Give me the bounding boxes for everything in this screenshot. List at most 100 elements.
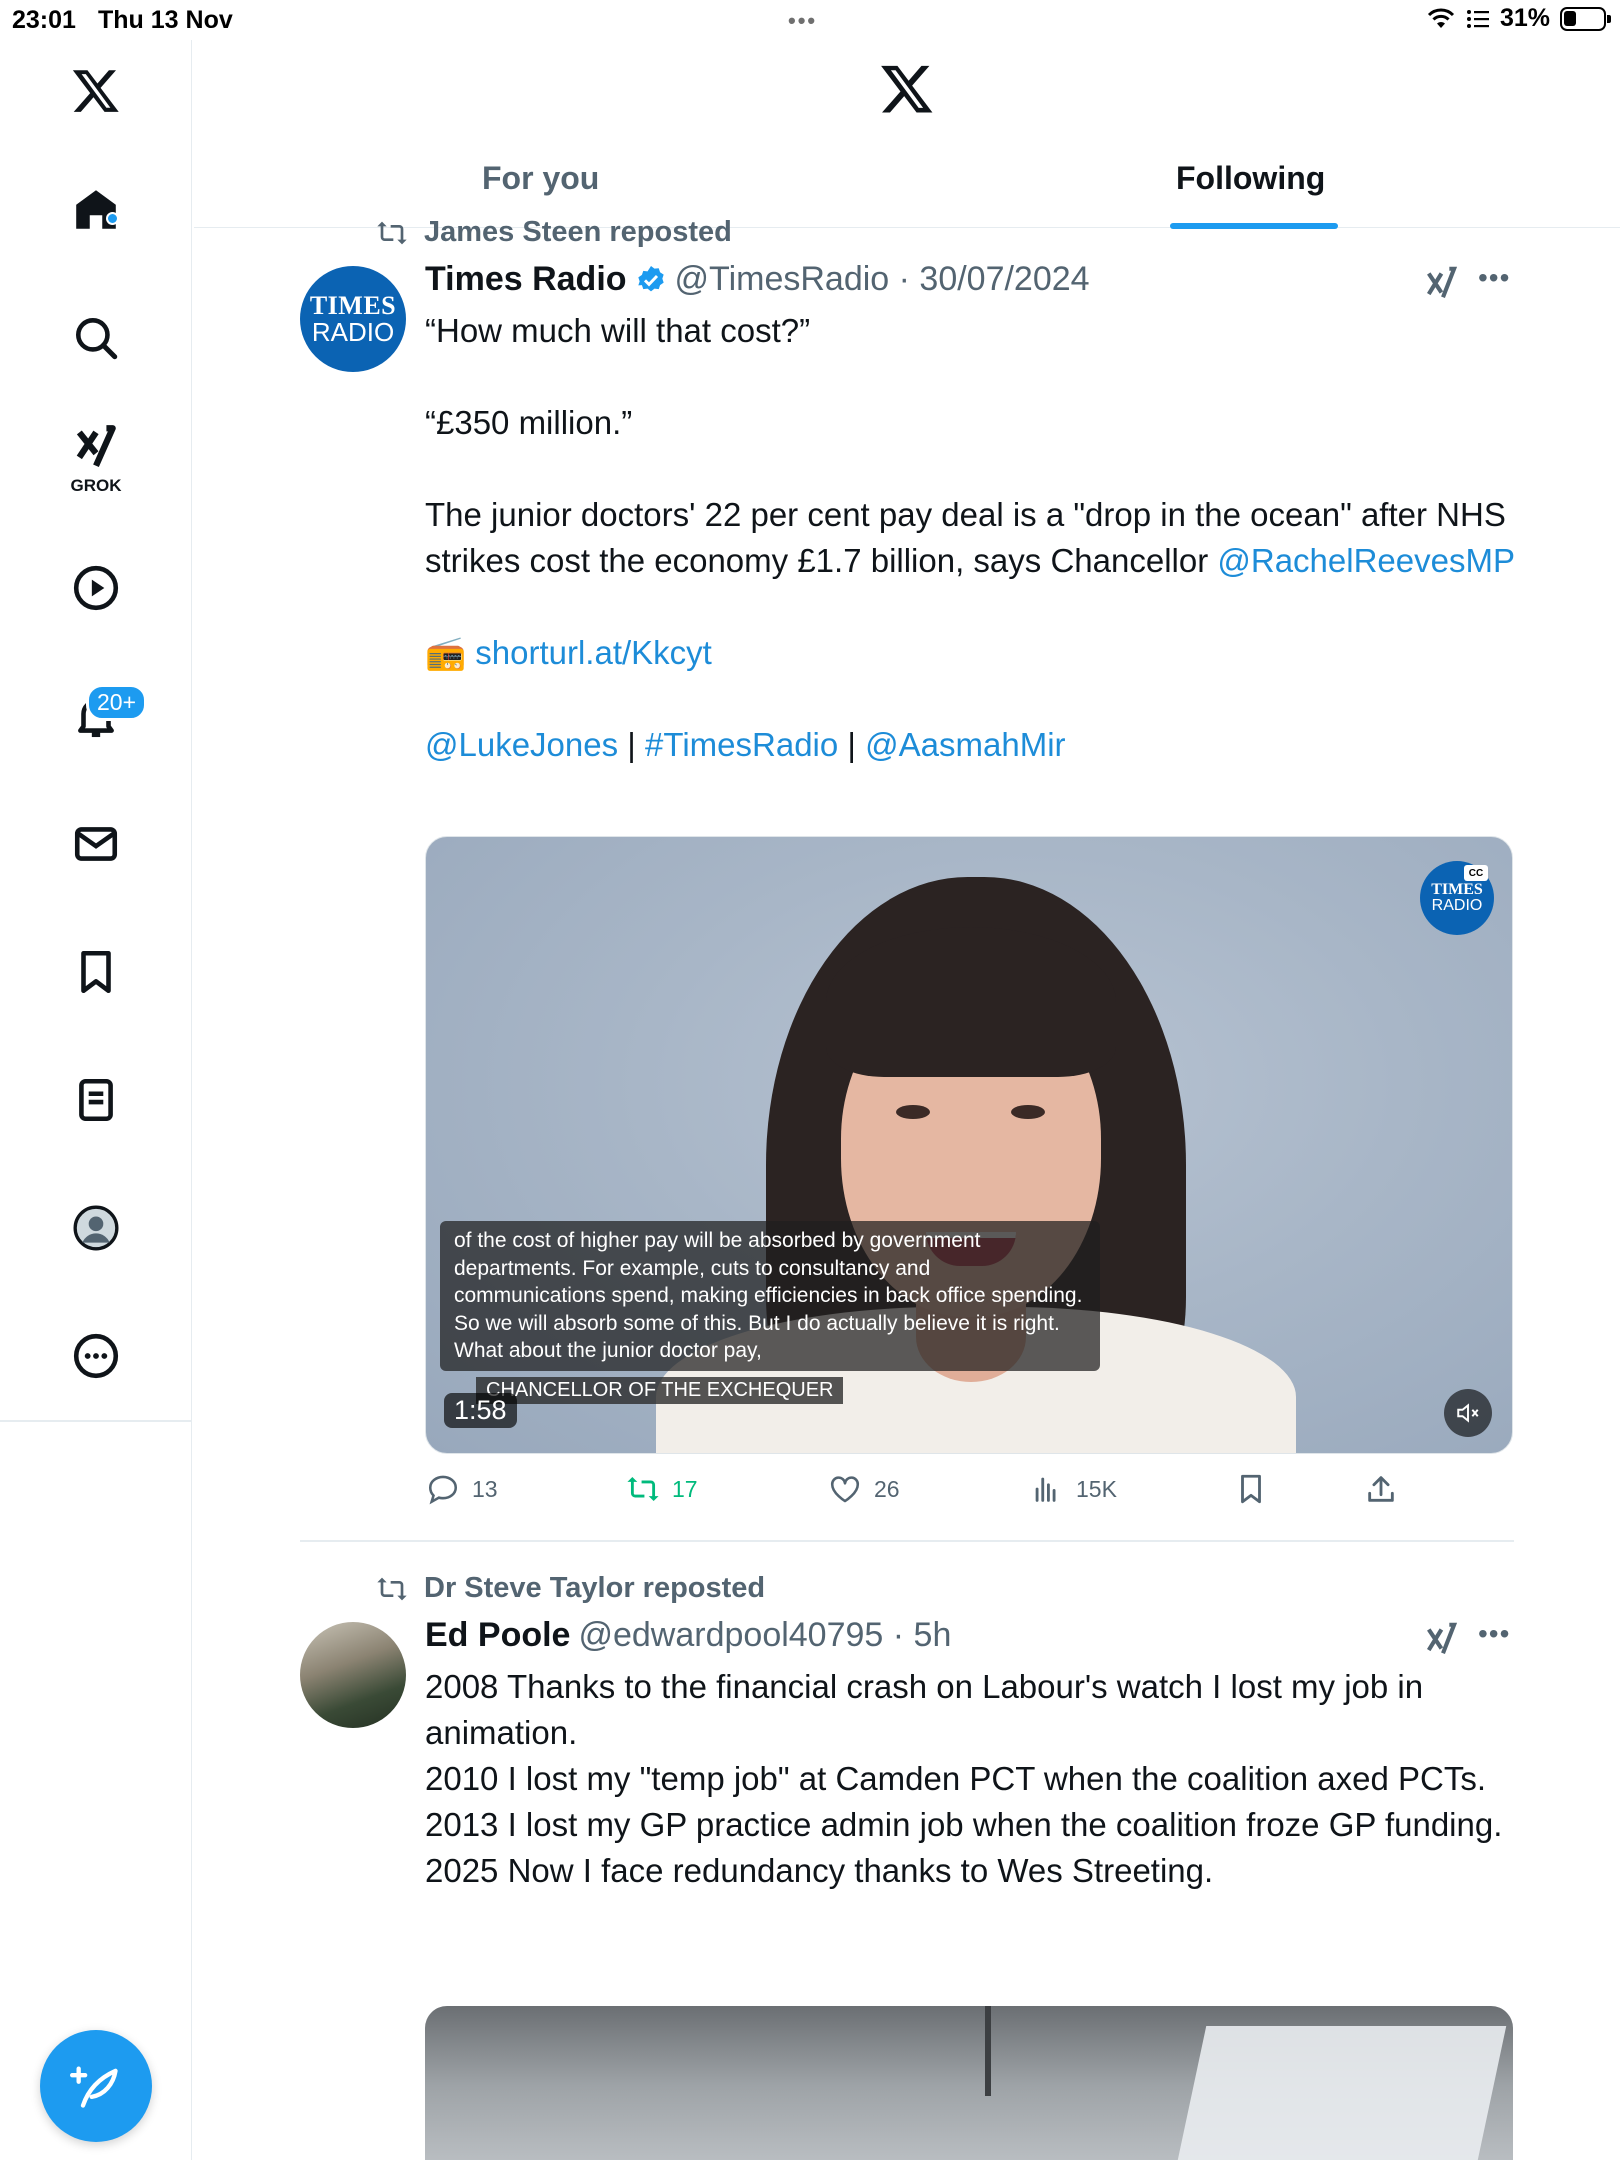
share-icon	[1368, 1476, 1394, 1502]
tweet-line: 2010 I lost my "temp job" at Camden PCT …	[425, 1760, 1487, 1797]
repost-icon	[377, 1577, 407, 1600]
mention-link[interactable]: @LukeJones	[425, 726, 618, 763]
repost-by-label: James Steen reposted	[424, 216, 732, 248]
x-logo-icon[interactable]	[56, 50, 136, 130]
author-name[interactable]: Times Radio	[425, 260, 627, 299]
x-logo-icon[interactable]	[879, 60, 935, 116]
home-unread-dot	[106, 212, 119, 225]
video-icon[interactable]	[56, 548, 136, 628]
radio-emoji-icon: 📻	[425, 634, 467, 671]
reply-button[interactable]: 13	[426, 1472, 498, 1506]
avatar[interactable]: TIMES RADIO	[300, 266, 406, 372]
repost-by-label: Dr Steve Taylor reposted	[424, 1572, 766, 1604]
video-player[interactable]: TIMES RADIO CC of the cost of higher pay…	[425, 836, 1513, 1454]
active-tab-indicator	[1170, 223, 1338, 229]
video-caption: of the cost of higher pay will be absorb…	[440, 1221, 1100, 1371]
more-icon[interactable]	[56, 1316, 136, 1396]
share-button[interactable]	[1364, 1472, 1410, 1506]
battery-icon	[1560, 6, 1611, 31]
sidebar-divider	[0, 1420, 192, 1422]
tweet-separator	[300, 1540, 1514, 1542]
reply-icon	[428, 1475, 458, 1505]
timeline-header: For you Following	[194, 40, 1620, 229]
grok-explain-icon[interactable]	[1424, 1620, 1462, 1658]
views-button[interactable]: 15K	[1030, 1472, 1117, 1506]
compose-icon	[70, 2066, 118, 2108]
muted-speaker-icon	[1457, 1403, 1479, 1423]
author-handle-time[interactable]: @TimesRadio · 30/07/2024	[675, 260, 1090, 299]
multitask-dots-icon[interactable]: •••	[788, 8, 817, 34]
tab-for-you[interactable]: For you	[482, 160, 599, 197]
video-frame-eye	[1011, 1105, 1045, 1119]
verified-badge-icon	[637, 265, 664, 291]
grok-label: GROK	[70, 476, 122, 495]
tweet-paragraph: “How much will that cost?”	[425, 312, 811, 349]
image-window	[1163, 2026, 1507, 2160]
image-lamp	[985, 2006, 991, 2096]
home-icon[interactable]	[56, 170, 136, 250]
profile-icon[interactable]	[56, 1188, 136, 1268]
video-duration: 1:58	[444, 1393, 517, 1428]
hashtag-link[interactable]: #TimesRadio	[645, 726, 838, 763]
bookmark-icon	[1241, 1474, 1261, 1504]
views-count: 15K	[1076, 1475, 1117, 1502]
tweet-paragraph: @LukeJones | #TimesRadio | @AasmahMir	[425, 722, 1515, 768]
lists-icon[interactable]	[56, 1060, 136, 1140]
tweet-image[interactable]	[425, 2006, 1513, 2160]
notifications-badge: 20+	[86, 684, 148, 721]
compose-button[interactable]	[40, 2030, 152, 2142]
status-right: 31%	[1426, 4, 1611, 33]
wifi-icon	[1427, 8, 1455, 28]
bookmark-button[interactable]	[1234, 1472, 1280, 1506]
video-lower-third: CHANCELLOR OF THE EXCHEQUER	[476, 1377, 844, 1404]
author-handle-time[interactable]: @edwardpool40795 · 5h	[578, 1616, 951, 1655]
tweet-header: Ed Poole @edwardpool40795 · 5h	[425, 1616, 951, 1655]
mention-link[interactable]: @RachelReevesMP	[1217, 542, 1515, 579]
tweet-paragraph: “£350 million.”	[425, 404, 633, 441]
status-time: 23:01	[12, 6, 76, 34]
sidebar-nav: GROK 20+	[0, 40, 192, 2160]
watermark-line2: RADIO	[1431, 897, 1483, 914]
reply-count: 13	[472, 1475, 498, 1502]
battery-fill	[1564, 10, 1576, 26]
tab-following[interactable]: Following	[1176, 160, 1325, 197]
status-bar: 23:01 Thu 13 Nov ••• 31%	[0, 0, 1620, 40]
short-url-link[interactable]: shorturl.at/Kkcyt	[475, 634, 712, 671]
status-date: Thu 13 Nov	[98, 6, 233, 34]
closed-captions-button[interactable]: CC	[1464, 865, 1488, 881]
tweet-text: “How much will that cost?” “£350 million…	[425, 308, 1515, 768]
tweet-line: 2013 I lost my GP practice admin job whe…	[425, 1806, 1503, 1843]
repost-button[interactable]: 17	[626, 1472, 698, 1506]
heart-icon	[830, 1476, 860, 1503]
avatar[interactable]	[300, 1622, 406, 1728]
messages-icon[interactable]	[56, 804, 136, 884]
tweet-paragraph: The junior doctors' 22 per cent pay deal…	[425, 492, 1515, 584]
repost-indicator[interactable]: Dr Steve Taylor reposted	[376, 1572, 765, 1605]
avatar-text-line2: RADIO	[311, 317, 395, 347]
author-name[interactable]: Ed Poole	[425, 1616, 570, 1655]
repost-count: 17	[672, 1475, 698, 1502]
video-frame-eye	[896, 1105, 930, 1119]
search-icon[interactable]	[56, 298, 136, 378]
bookmarks-icon[interactable]	[56, 932, 136, 1012]
more-options-icon[interactable]: •••	[1478, 1618, 1510, 1650]
separator-pipe: |	[627, 726, 636, 763]
repost-icon	[377, 221, 407, 244]
views-icon	[1035, 1477, 1056, 1502]
avatar-text-line1: TIMES	[309, 291, 397, 320]
tweet-line: 2008 Thanks to the financial crash on La…	[425, 1668, 1424, 1751]
like-button[interactable]: 26	[828, 1472, 900, 1506]
orientation-lock-icon	[1466, 9, 1489, 28]
tweet-header: Times Radio @TimesRadio · 30/07/2024	[425, 260, 1090, 299]
mention-link[interactable]: @AasmahMir	[865, 726, 1065, 763]
repost-indicator[interactable]: James Steen reposted	[376, 216, 732, 249]
watermark-line1: TIMES	[1431, 881, 1483, 898]
like-count: 26	[874, 1475, 900, 1502]
mute-button[interactable]	[1444, 1389, 1492, 1437]
grok-explain-icon[interactable]	[1424, 264, 1462, 302]
separator-pipe: |	[847, 726, 856, 763]
tweet-text: 2008 Thanks to the financial crash on La…	[425, 1664, 1515, 1894]
more-options-icon[interactable]: •••	[1478, 262, 1510, 294]
tweet-paragraph: 📻 shorturl.at/Kkcyt	[425, 630, 1515, 676]
tweet-line: 2025 Now I face redundancy thanks to Wes…	[425, 1852, 1214, 1889]
